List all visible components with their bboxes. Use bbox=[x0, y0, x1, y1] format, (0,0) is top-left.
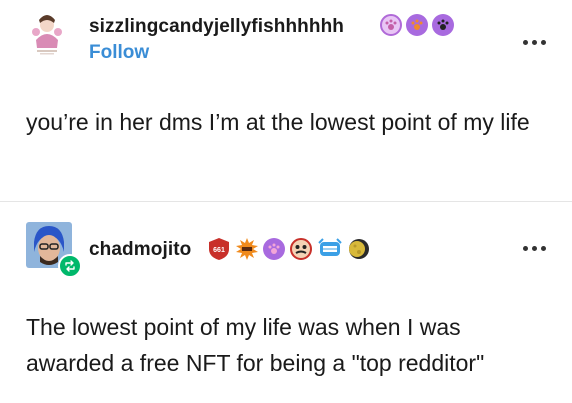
more-options-icon[interactable] bbox=[523, 246, 546, 251]
reblog-icon bbox=[58, 254, 82, 278]
face-badge-icon[interactable] bbox=[289, 237, 313, 261]
post-body: The lowest point of my life was when I w… bbox=[26, 314, 485, 376]
shield-badge-icon[interactable]: 661 bbox=[207, 237, 231, 261]
paw-badge-icon[interactable] bbox=[380, 14, 402, 36]
paw-badge-icon[interactable] bbox=[263, 238, 285, 260]
post-original: sizzlingcandyjellyfishhhhhh Follow you’r… bbox=[0, 0, 572, 202]
paw-badge-icon[interactable] bbox=[432, 14, 454, 36]
badge-row: 661 bbox=[207, 237, 371, 261]
avatar[interactable] bbox=[24, 10, 70, 56]
badge-row bbox=[380, 14, 454, 36]
follow-button[interactable]: Follow bbox=[89, 42, 149, 64]
teeth-badge-icon[interactable] bbox=[317, 237, 343, 261]
username[interactable]: sizzlingcandyjellyfishhhhhh bbox=[89, 16, 344, 38]
sun-badge-icon[interactable] bbox=[235, 237, 259, 261]
post-reblog: chadmojito 661 The lowest point of my li… bbox=[0, 202, 572, 403]
username[interactable]: chadmojito bbox=[89, 239, 191, 261]
paw-badge-icon[interactable] bbox=[406, 14, 428, 36]
moon-badge-icon[interactable] bbox=[347, 237, 371, 261]
badge-count-text: 661 bbox=[213, 247, 225, 254]
more-options-icon[interactable] bbox=[523, 40, 546, 45]
post-body: you’re in her dms I’m at the lowest poin… bbox=[26, 109, 530, 135]
